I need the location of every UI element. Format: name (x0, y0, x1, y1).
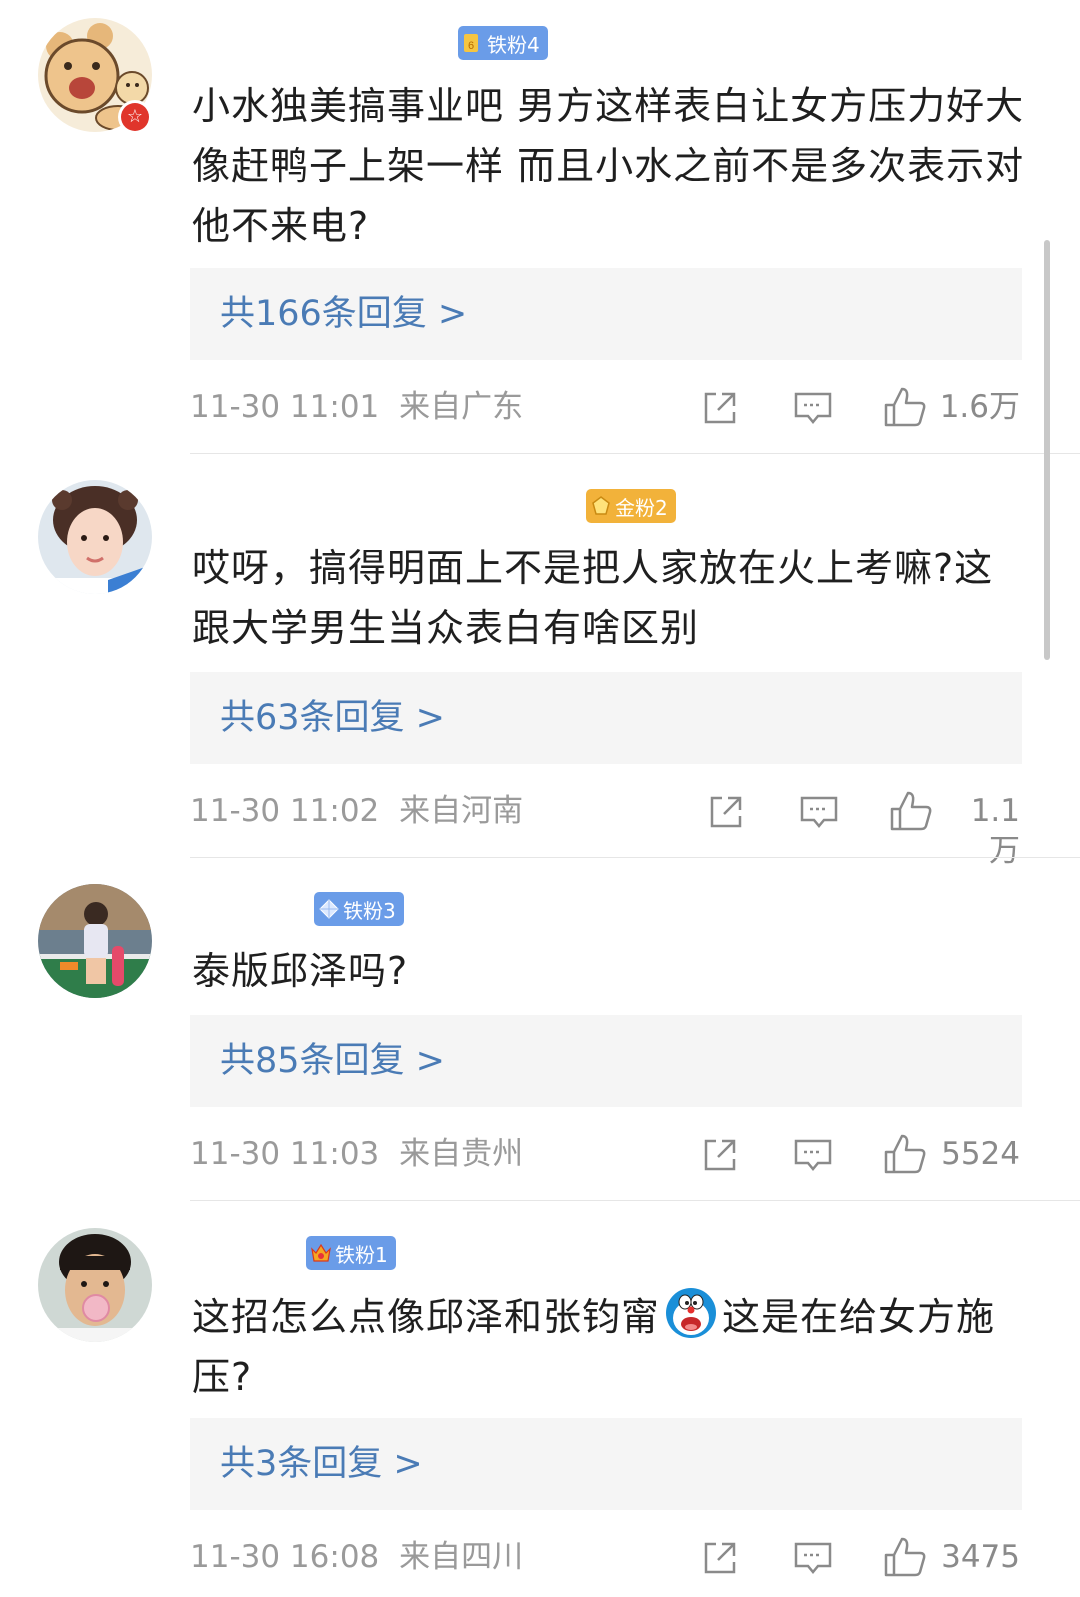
reply-box[interactable]: 共85条回复 > (190, 1015, 1022, 1107)
like-icon[interactable] (882, 1535, 928, 1579)
avatar[interactable] (38, 884, 152, 998)
comment-time: 11-30 11:03 (190, 1136, 380, 1172)
fan-badge[interactable]: 铁粉3 (314, 892, 404, 926)
fan-badge-label: 铁粉1 (335, 1242, 388, 1267)
comment-text-part-1: 这招怎么点像邱泽和张钧甯 (192, 1295, 661, 1339)
comment-meta: 11-30 11:01 来自广东 (190, 387, 523, 427)
comment-time: 11-30 11:01 (190, 389, 380, 425)
comment-icon[interactable] (792, 388, 834, 428)
view-replies-link[interactable]: 共85条回复 > (220, 1039, 445, 1083)
reply-box[interactable]: 共63条回复 > (190, 672, 1022, 764)
like-icon[interactable] (882, 385, 928, 429)
like-count: 1.1万 (970, 793, 1020, 869)
divider (190, 857, 1080, 858)
verified-badge: ☆ (118, 100, 152, 134)
comment-meta: 11-30 11:02 来自河南 (190, 791, 523, 831)
comment-time: 11-30 16:08 (190, 1539, 380, 1575)
fan-level-icon (319, 899, 339, 919)
comment-text: 哎呀，搞得明面上不是把人家放在火上考嘛?这跟大学男生当众表白有啥区别 (192, 546, 994, 650)
comment-location: 来自广东 (399, 389, 524, 425)
comment-meta: 11-30 16:08 来自四川 (190, 1537, 523, 1577)
view-replies-link[interactable]: 共63条回复 > (220, 696, 445, 740)
divider (190, 453, 1080, 454)
like-count: 3475 (941, 1539, 1020, 1575)
comment-time: 11-30 11:02 (190, 793, 380, 829)
like-icon[interactable] (882, 1132, 928, 1176)
fan-badge[interactable]: 6 铁粉4 (458, 26, 548, 60)
share-icon[interactable] (700, 1538, 740, 1578)
fan-level-icon (311, 1243, 331, 1262)
share-icon[interactable] (700, 388, 740, 428)
view-replies-link[interactable]: 共3条回复 > (220, 1442, 423, 1486)
fan-badge-label: 铁粉3 (343, 898, 396, 923)
fan-level-icon: 6 (464, 34, 478, 52)
comment-location: 来自河南 (399, 793, 524, 829)
avatar[interactable] (38, 480, 152, 594)
comment-icon[interactable] (798, 792, 840, 832)
comment-text: 小水独美搞事业吧 男方这样表白让女方压力好大 像赶鸭子上架一样 而且小水之前不是… (192, 84, 1025, 248)
avatar[interactable] (38, 1228, 152, 1342)
doraemon-emoji-icon (666, 1288, 717, 1338)
comment-text: 泰版邱泽吗? (192, 949, 409, 993)
fan-badge-label: 金粉2 (615, 495, 668, 520)
reply-box[interactable]: 共3条回复 > (190, 1418, 1022, 1510)
like-count: 5524 (941, 1136, 1020, 1172)
comment-location: 来自四川 (399, 1539, 524, 1575)
fan-badge[interactable]: 铁粉1 (306, 1236, 396, 1270)
share-icon[interactable] (706, 792, 746, 832)
comment-icon[interactable] (792, 1538, 834, 1578)
svg-text:6: 6 (468, 40, 474, 52)
comment-location: 来自贵州 (399, 1136, 524, 1172)
comment-icon[interactable] (792, 1135, 834, 1175)
share-icon[interactable] (700, 1135, 740, 1175)
view-replies-link[interactable]: 共166条回复 > (220, 292, 467, 336)
fan-badge[interactable]: 金粉2 (586, 489, 676, 523)
reply-box[interactable]: 共166条回复 > (190, 268, 1022, 360)
star-icon: ☆ (121, 103, 149, 131)
like-count: 1.6万 (939, 389, 1020, 425)
fan-level-icon (592, 496, 610, 515)
comment-meta: 11-30 11:03 来自贵州 (190, 1134, 523, 1174)
divider (190, 1200, 1080, 1201)
like-icon[interactable] (888, 789, 934, 833)
comment-text: 这招怎么点像邱泽和张钧甯 这是在给女方施压? (192, 1286, 1032, 1407)
scrollbar[interactable] (1044, 240, 1050, 660)
fan-badge-label: 铁粉4 (487, 32, 540, 57)
